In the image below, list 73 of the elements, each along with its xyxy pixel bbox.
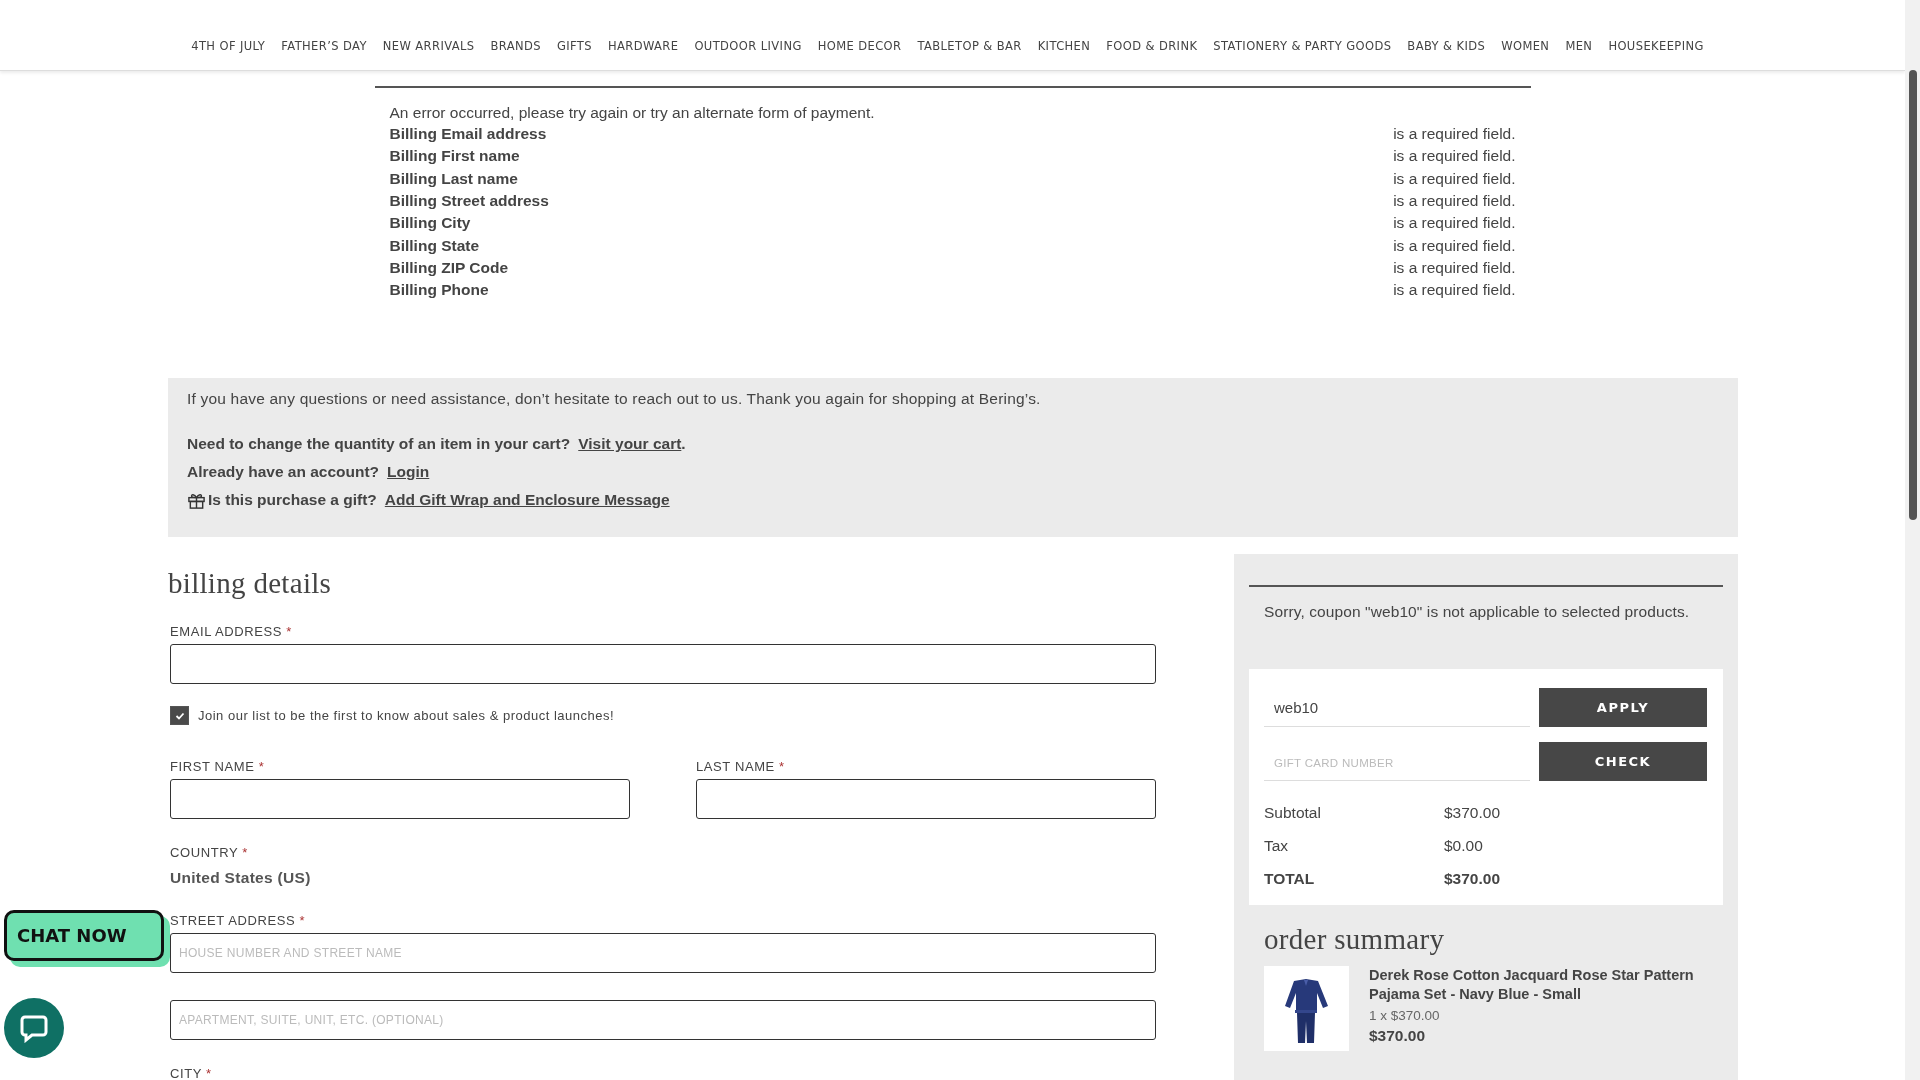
info-question: Already have an account? <box>187 463 380 481</box>
section-title: billing details <box>168 567 333 600</box>
error-field: Billing ZIP Code <box>389 258 509 277</box>
apply-button[interactable]: APPLY <box>1539 688 1707 727</box>
nav-link[interactable]: HARDWARE <box>608 39 679 53</box>
input-field[interactable]: APARTMENT, SUITE, UNIT, ETC. (OPTIONAL) <box>170 1000 1156 1040</box>
nav-link[interactable]: OUTDOOR LIVING <box>694 39 802 53</box>
error-field: Billing State <box>389 236 480 255</box>
country-value: United States (US) <box>170 869 312 887</box>
field-label: LAST NAME * <box>696 759 786 774</box>
input-field[interactable] <box>170 779 630 819</box>
error-field: Billing First name <box>389 147 520 166</box>
nav-link[interactable]: WOMEN <box>1501 39 1550 53</box>
field-label: CITY * <box>170 1066 213 1080</box>
input-field[interactable] <box>170 644 1156 684</box>
nav-link[interactable]: FOOD & DRINK <box>1106 39 1198 53</box>
field-label: STREET ADDRESS * <box>170 913 307 928</box>
error-note: is a required field. <box>1393 214 1516 233</box>
info-link[interactable]: Visit your cart <box>578 435 682 453</box>
error-note: is a required field. <box>1393 169 1516 188</box>
nav-link[interactable]: 4TH OF JULY <box>191 39 266 53</box>
error-note: is a required field. <box>1393 258 1516 277</box>
product-quantity: 1 x $370.00 <box>1369 1008 1441 1023</box>
nav-link[interactable]: NEW ARRIVALS <box>382 39 475 53</box>
error-field: Billing Street address <box>389 192 549 211</box>
info-link[interactable]: Login <box>387 463 430 481</box>
error-field: Billing Phone <box>389 281 489 300</box>
info-punctuation: . <box>681 435 686 453</box>
field-label: COUNTRY * <box>170 845 249 860</box>
total-label: TOTAL <box>1264 869 1316 888</box>
error-note: is a required field. <box>1393 236 1516 255</box>
total-value: $370.00 <box>1444 803 1501 822</box>
product-price: $370.00 <box>1369 1027 1427 1045</box>
error-note: is a required field. <box>1393 147 1516 166</box>
info-message: If you have any questions or need assistance, don’t hesitate to reach out to us. Thank you again for shopping at Bering’s. <box>187 390 1042 408</box>
nav-link[interactable]: KITCHEN <box>1037 39 1091 53</box>
input-field[interactable] <box>696 779 1156 819</box>
info-question: Need to change the quantity of an item in your cart? <box>187 435 571 453</box>
error-note: is a required field. <box>1393 192 1516 211</box>
input-field[interactable]: HOUSE NUMBER AND STREET NAME <box>170 933 1156 973</box>
coupon-message: Sorry, coupon "web10" is not applicable to selected products. <box>1263 602 1691 622</box>
nav-link[interactable]: GIFTS <box>556 39 592 53</box>
error-note: is a required field. <box>1393 281 1516 300</box>
field-label: FIRST NAME * <box>170 759 266 774</box>
nav-link[interactable]: TABLETOP & BAR <box>917 39 1022 53</box>
nav-link[interactable]: FATHER’S DAY <box>281 39 367 53</box>
info-link[interactable]: Add Gift Wrap and Enclosure Message <box>384 491 670 509</box>
total-value: $0.00 <box>1444 836 1483 855</box>
nav-link[interactable]: HOME DECOR <box>817 39 902 53</box>
nav-link[interactable]: STATIONERY & PARTY GOODS <box>1213 39 1392 53</box>
error-field: Billing Last name <box>389 169 518 188</box>
product-title[interactable]: Derek Rose Cotton Jacquard Rose Star Pattern Pajama Set - Navy Blue - Small <box>1369 966 1708 1004</box>
chat-icon <box>19 1013 49 1043</box>
nav-link[interactable]: MEN <box>1565 39 1593 53</box>
nav-link[interactable]: BABY & KIDS <box>1407 39 1486 53</box>
nav-link[interactable]: HOUSEKEEPING <box>1608 39 1704 53</box>
total-value: $370.00 <box>1444 869 1501 888</box>
check-button[interactable]: CHECK <box>1539 742 1707 781</box>
error-note: is a required field. <box>1393 125 1516 144</box>
field-label: EMAIL ADDRESS * <box>170 624 293 639</box>
chat-launcher[interactable] <box>4 998 64 1058</box>
check-icon <box>174 710 185 721</box>
checkbox-label: Join our list to be the first to know about sales & product launches! <box>198 708 615 723</box>
total-label: Tax <box>1264 836 1290 855</box>
error-message: An error occurred, please try again or try an alternate form of payment. <box>389 104 876 122</box>
nav-link[interactable]: BRANDS <box>490 39 541 53</box>
checkbox[interactable] <box>170 706 189 725</box>
error-field: Billing City <box>389 214 471 233</box>
total-label: Subtotal <box>1264 803 1322 822</box>
error-field: Billing Email address <box>389 125 547 144</box>
section-title: order summary <box>1264 923 1446 956</box>
info-question: Is this purchase a gift? <box>208 491 377 509</box>
scroll-bar[interactable] <box>1905 0 1920 1080</box>
